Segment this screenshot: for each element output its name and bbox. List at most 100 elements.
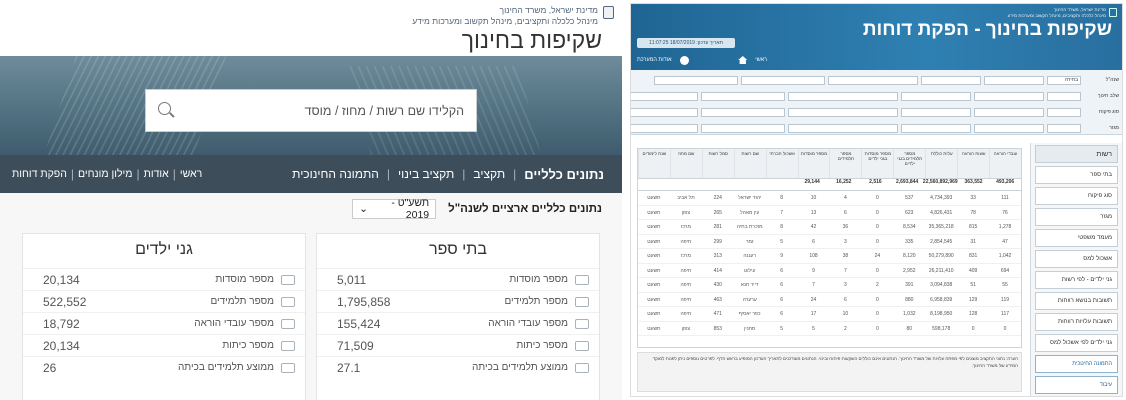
col-header[interactable]: שעות הוראה xyxy=(957,149,989,178)
sidebar-item[interactable]: גני ילדים לפי אשכול למס xyxy=(1035,334,1118,352)
filter-options[interactable] xyxy=(788,123,898,133)
table-header: עובדי הוראה שעות הוראה עלות כוללת מספר ת… xyxy=(637,149,1021,179)
filter-search[interactable] xyxy=(631,107,698,117)
filter-options[interactable] xyxy=(974,91,1044,101)
table-cell: 9 xyxy=(780,253,783,259)
filter-search[interactable] xyxy=(631,91,698,101)
col-header[interactable]: עלות כוללת xyxy=(925,149,957,178)
table-cell: 4,734,393 xyxy=(930,195,953,201)
col-header[interactable]: שנת לימודים xyxy=(637,149,670,178)
nav-link-glossary[interactable]: מילון מונחים xyxy=(74,168,136,180)
schools-card: בתי ספר מספר מוסדות 5,011 מספר תלמידים 1,7… xyxy=(316,233,600,400)
table-cell: כפר יאסיף xyxy=(738,311,761,317)
table-row[interactable]: 1,278 815 35,365,218 8,534 0 36 42 8 מזכרת בתיה 2… xyxy=(638,220,1021,235)
filter-select[interactable]: בחירה xyxy=(1047,75,1081,85)
table-row[interactable]: 117 128 8,198,950 1,032 0 10 17 6 כפר יאסיף 471 חי… xyxy=(638,307,1021,322)
table-cell: מזכרת בתיה xyxy=(736,224,763,230)
sidebar-link-processing[interactable]: עיבוד xyxy=(1035,376,1118,394)
table-cell: 313 xyxy=(713,253,722,259)
filter-options[interactable] xyxy=(901,107,971,117)
table-row[interactable]: 55 51 3,094,838 391 2 3 7 6 דייר חנא 430 חיפה תשעט xyxy=(638,278,1021,293)
students-icon xyxy=(281,296,295,307)
filter-options[interactable] xyxy=(974,123,1044,133)
main-nav: נתונים כלליים | תקציב | תקציב בינוי | הת… xyxy=(0,155,622,193)
table-cell: 0 xyxy=(971,325,975,332)
table-row[interactable]: 76 78 4,826,431 623 0 6 13 7 עין מאהל 265 צפון תשעט xyxy=(638,206,1021,220)
filter-options[interactable] xyxy=(974,107,1044,117)
tab-budget[interactable]: תקציב xyxy=(465,167,513,181)
nav-link-reports[interactable]: הפקת דוחות xyxy=(8,168,71,180)
col-header[interactable]: אשכול חברתי xyxy=(765,149,798,178)
table-row[interactable]: 119 129 6,958,839 880 0 6 24 6 ערערה 463 חיפה תשעט xyxy=(638,293,1021,307)
sidebar-item[interactable]: סוג פיקוח xyxy=(1035,187,1118,205)
filter-options[interactable] xyxy=(1047,123,1081,133)
sidebar-item[interactable]: אשכול למס xyxy=(1035,250,1118,268)
col-header[interactable]: מספר מוסדות xyxy=(797,149,830,178)
tab-educational-picture[interactable]: התמונה החינוכית xyxy=(284,167,387,181)
filter-options[interactable] xyxy=(1047,91,1081,101)
col-header[interactable]: מספר תלמידים בגני ילדים xyxy=(893,149,925,178)
search-box[interactable]: הקלידו שם רשות / מחוז / מוסד xyxy=(145,89,477,132)
col-header[interactable]: עובדי הוראה xyxy=(989,149,1021,178)
table-row[interactable]: 0 0 598,178 80 0 2 5 5 סחנין 853 צפון תשעט xyxy=(638,322,1021,336)
filter-search[interactable] xyxy=(631,123,698,133)
filter-search[interactable] xyxy=(654,75,738,85)
stat-row: מספר מוסדות 5,011 xyxy=(317,268,599,290)
col-header[interactable]: שם רשות xyxy=(733,149,766,178)
subheader-label: נתונים כלליים ארציים לשנה"ל xyxy=(448,203,602,215)
home-icon[interactable] xyxy=(738,56,748,64)
sidebar-item[interactable]: תשובות עלויות רווחות xyxy=(1035,313,1118,331)
filter-options[interactable] xyxy=(701,91,785,101)
table-cell: חיפה xyxy=(680,238,692,245)
stat-row: מספר תלמידים 1,795,858 xyxy=(317,290,599,312)
search-icon[interactable] xyxy=(158,102,175,119)
search-input[interactable]: הקלידו שם רשות / מחוז / מוסד xyxy=(305,104,464,118)
table-row[interactable]: 1,042 831 50,279,890 8,120 24 38 108 9 רעננה 313 מ… xyxy=(638,249,1021,264)
table-row[interactable]: 694 409 26,211,410 2,952 0 7 9 6 עילוט 414 חיפה תשע… xyxy=(638,264,1021,278)
nav-link-about[interactable]: אודות xyxy=(140,168,173,180)
filter-options[interactable] xyxy=(701,107,785,117)
filter-options[interactable] xyxy=(741,75,825,85)
year-subheader: נתונים כלליים ארציים לשנה"ל תשע"ט - 2019… xyxy=(0,193,622,225)
table-note: הערה: נתוני התקציב מוצגים לפי מפתח עלויו… xyxy=(637,352,1022,392)
nav-home[interactable]: ראשי xyxy=(755,57,767,63)
table-cell: עילוט xyxy=(743,267,756,274)
table-cell: חיפה xyxy=(680,311,692,317)
table-cell: 2,854,545 xyxy=(930,238,953,245)
table-cell: 8,198,950 xyxy=(930,311,953,317)
filter-options[interactable] xyxy=(901,123,971,133)
year-select[interactable]: תשע"ט - 2019 ⌄ xyxy=(352,197,437,221)
filter-options[interactable] xyxy=(701,123,785,133)
sidebar-item[interactable]: בתי ספר xyxy=(1035,166,1118,184)
table-cell: 26,211,410 xyxy=(928,267,954,274)
filter-options[interactable] xyxy=(901,91,971,101)
filter-options[interactable] xyxy=(828,75,918,85)
filter-options[interactable] xyxy=(984,75,1044,85)
tab-construction-budget[interactable]: תקציב בינוי xyxy=(390,167,462,181)
sidebar-link-educational-picture[interactable]: התמונה החינוכית xyxy=(1035,355,1118,373)
table-cell: 7 xyxy=(780,209,783,216)
table-cell: 10 xyxy=(810,195,817,201)
nav-about-system[interactable]: אודות המערכת xyxy=(637,57,672,63)
tab-general-data[interactable]: נתונים כלליים xyxy=(516,167,612,182)
sidebar-item[interactable]: מעמד משפטי xyxy=(1035,229,1118,247)
sidebar-item-authority[interactable]: רשות xyxy=(1035,145,1118,163)
table-row[interactable]: 111 33 4,734,393 537 0 4 10 8 יהוד ישראל 224 תל אב… xyxy=(638,191,1021,206)
col-header[interactable]: שם מחוז xyxy=(669,149,702,178)
table-row[interactable]: 47 31 2,854,545 335 0 3 6 5 זמר 299 חיפה תשעט xyxy=(638,235,1021,249)
filter-options[interactable] xyxy=(1047,107,1081,117)
col-header[interactable]: סמל רשות xyxy=(701,149,734,178)
filter-options[interactable] xyxy=(921,75,981,85)
col-header[interactable]: מספר מוסדות בגני ילדים xyxy=(861,149,893,178)
sidebar-item[interactable]: גני ילדים - לפי רשות xyxy=(1035,271,1118,289)
filter-options[interactable] xyxy=(788,107,898,117)
col-header[interactable]: מספר תלמידים xyxy=(829,149,861,178)
nav-link-home[interactable]: ראשי xyxy=(176,168,206,180)
info-icon[interactable] xyxy=(679,55,689,65)
table-cell: 391 xyxy=(905,282,914,288)
table-cell: 5 xyxy=(780,325,783,332)
table-cell: יהוד ישראל xyxy=(738,195,762,201)
sidebar-item[interactable]: מגזר xyxy=(1035,208,1118,226)
filter-options[interactable] xyxy=(788,91,898,101)
sidebar-item[interactable]: תשובות בנושא רווחות xyxy=(1035,292,1118,310)
